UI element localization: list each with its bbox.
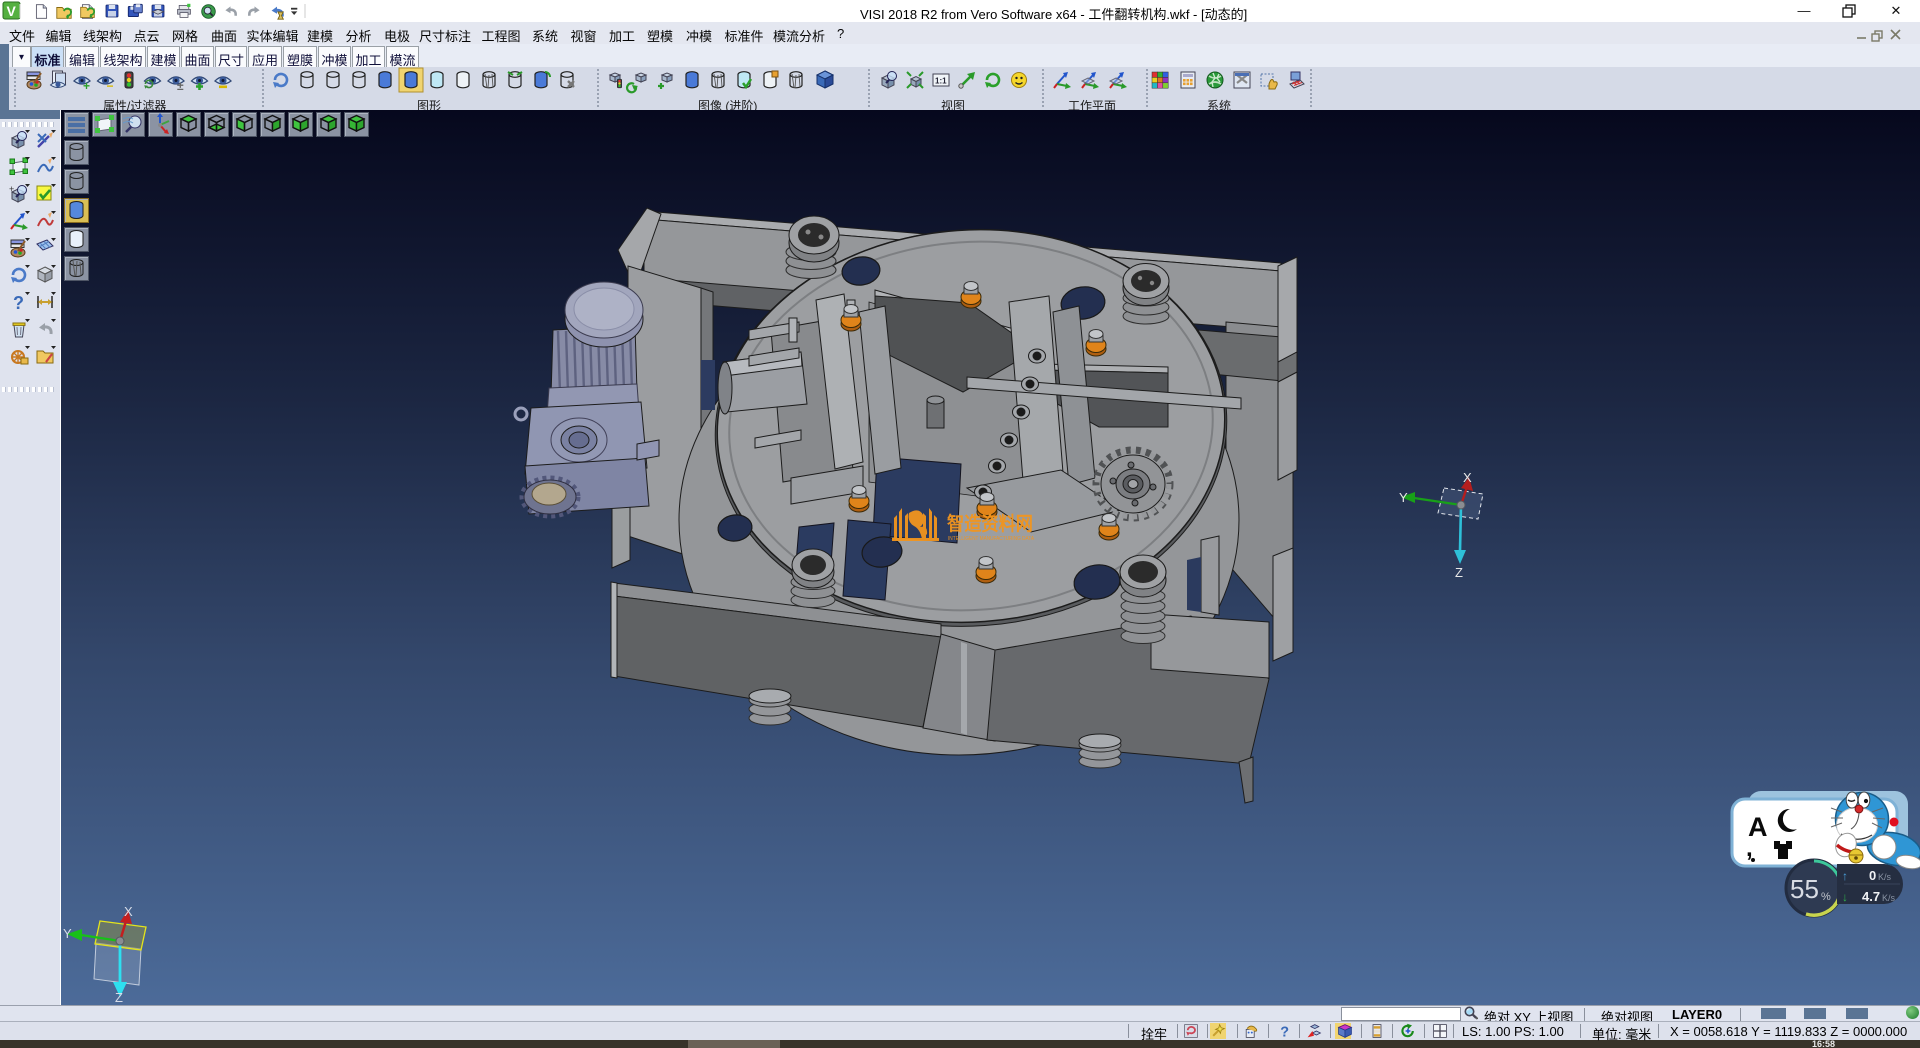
svg-text:%: % [1821, 891, 1831, 903]
svg-text:↓: ↓ [1842, 890, 1848, 904]
svg-text:智造资料网: 智造资料网 [947, 512, 1033, 535]
svg-text:↑: ↑ [1842, 869, 1848, 883]
svg-text:0: 0 [1869, 868, 1876, 883]
svg-text:Y: Y [63, 926, 72, 941]
svg-text:Y: Y [1399, 490, 1408, 505]
svg-text:55: 55 [1790, 874, 1819, 904]
svg-text:Z: Z [1455, 565, 1463, 580]
svg-text:INTELLIGENT MANUFACTURING DATA: INTELLIGENT MANUFACTURING DATA [948, 536, 1034, 542]
svg-text:K/s: K/s [1882, 893, 1896, 903]
svg-text:Z: Z [115, 990, 123, 1005]
svg-text:X: X [124, 904, 133, 919]
svg-text:4.7: 4.7 [1862, 889, 1880, 904]
svg-text:X: X [1463, 470, 1472, 485]
svg-text:K/s: K/s [1878, 872, 1892, 882]
svg-text:,: , [1746, 835, 1753, 862]
